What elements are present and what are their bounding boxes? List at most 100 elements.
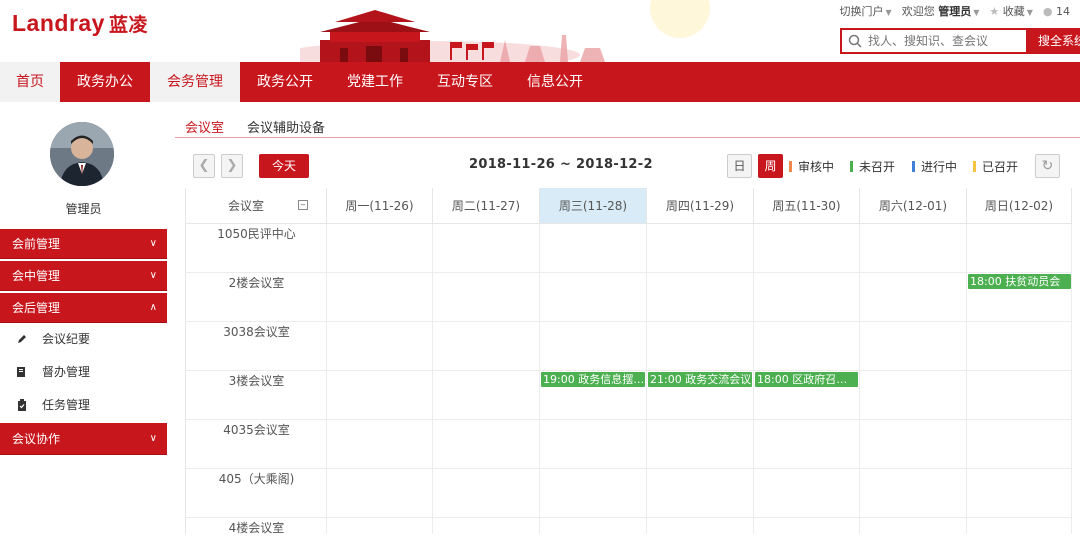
grid-line xyxy=(1071,224,1072,534)
chevron-right-icon[interactable]: ❯ xyxy=(221,154,243,178)
legend-held: 已召开 xyxy=(973,158,1018,175)
sidebar-item-label: 会议纪要 xyxy=(42,332,91,346)
search-icon xyxy=(848,34,862,48)
day-header: 周五(11-30) xyxy=(754,188,860,224)
logo-text: Landray xyxy=(12,10,105,36)
sidebar-group-label: 会前管理 xyxy=(12,237,61,251)
pen-icon xyxy=(18,335,26,343)
sidebar-item-label: 任务管理 xyxy=(42,398,91,412)
sidebar-group-collaboration[interactable]: 会议协作 ∨ xyxy=(0,423,167,455)
grid-line xyxy=(753,224,754,534)
sidebar-group-post-meeting[interactable]: 会后管理 ∧ xyxy=(0,293,167,323)
grid-line xyxy=(646,224,647,534)
day-view-button[interactable]: 日 xyxy=(727,154,752,178)
sidebar-item-tasks[interactable]: 任务管理 xyxy=(0,389,167,422)
sidebar-group-label: 会议协作 xyxy=(12,432,61,446)
room-header-label: 会议室 xyxy=(228,199,265,213)
nav-government-affairs[interactable]: 政务公开 xyxy=(240,62,330,102)
event-gov-exchange[interactable]: 21:00 政务交流会议 xyxy=(648,372,752,387)
refresh-icon[interactable]: ↻ xyxy=(1035,154,1060,178)
nav-home[interactable]: 首页 xyxy=(0,62,60,102)
sidebar-item-supervision[interactable]: 督办管理 xyxy=(0,356,167,389)
room-label: 4楼会议室 xyxy=(228,521,285,535)
sidebar-group-label: 会中管理 xyxy=(12,269,61,283)
global-search: 搜全系统 xyxy=(840,28,1080,54)
room-label: 405（大乘阁) xyxy=(218,472,295,486)
day-header-today: 周三(11-28) xyxy=(540,188,647,224)
today-button[interactable]: 今天 xyxy=(259,154,309,178)
grid-line xyxy=(539,224,540,534)
grid-line xyxy=(186,419,1072,420)
grid-line xyxy=(186,517,1072,518)
room-label: 3楼会议室 xyxy=(228,374,285,388)
room-label: 1050民评中心 xyxy=(217,227,296,241)
top-header: Landray蓝凌 切换门户▼ 欢迎您 管理员▼ ★ 收藏▼ ● 14 搜全系统 xyxy=(0,0,1080,62)
day-header: 周六(12-01) xyxy=(860,188,967,224)
grid-line xyxy=(186,272,1072,273)
day-header: 周四(11-29) xyxy=(647,188,754,224)
sidebar-item-label: 督办管理 xyxy=(42,365,91,379)
sidebar-username: 管理员 xyxy=(65,202,102,216)
favorites-link[interactable]: ★ 收藏 ▼ xyxy=(989,3,1033,19)
calendar-toolbar: ❮ ❯ 今天 2018-11-26 ~ 2018-12-2 日 周 审核中 未召… xyxy=(185,152,1070,180)
event-district-gov[interactable]: 18:00 区政府召开… xyxy=(755,372,858,387)
nav-meeting-management[interactable]: 会务管理 xyxy=(150,62,240,102)
chevron-down-icon: ∨ xyxy=(149,433,157,444)
legend-swatch xyxy=(789,161,792,172)
chevron-down-icon: ∨ xyxy=(149,270,157,281)
legend-swatch xyxy=(912,161,915,172)
tab-meeting-room[interactable]: 会议室 xyxy=(185,117,224,136)
grid-line xyxy=(186,468,1072,469)
star-icon: ★ xyxy=(989,5,1000,18)
sidebar-group-label: 会后管理 xyxy=(12,301,61,315)
search-all-button[interactable]: 搜全系统 xyxy=(1026,28,1080,54)
sidebar-item-minutes[interactable]: 会议纪要 xyxy=(0,323,167,356)
current-user[interactable]: 管理员 xyxy=(938,5,971,18)
top-links: 切换门户 ▼ 欢迎您 管理员 ▼ ★ 收藏 ▼ ● 14 xyxy=(840,3,1070,19)
event-gov-info[interactable]: 19:00 政务信息摆… xyxy=(541,372,645,387)
room-label: 3038会议室 xyxy=(223,325,290,339)
document-icon xyxy=(17,367,25,377)
chevron-up-icon: ∧ xyxy=(149,302,157,313)
bell-icon: ● xyxy=(1042,4,1053,18)
nav-party-building[interactable]: 党建工作 xyxy=(330,62,420,102)
legend-in-progress: 进行中 xyxy=(912,158,957,175)
logo-cn-text: 蓝凌 xyxy=(108,15,148,36)
main-nav: 首页 政务办公 会务管理 政务公开 党建工作 互动专区 信息公开 xyxy=(0,62,1080,102)
notification-link[interactable]: ● 14 xyxy=(1043,5,1070,18)
day-header: 周日(12-02) xyxy=(967,188,1072,224)
room-column-header: 会议室 − xyxy=(186,188,327,224)
chevron-left-icon[interactable]: ❮ xyxy=(193,154,215,178)
main-content: 会议室 会议辅助设备 ❮ ❯ 今天 2018-11-26 ~ 2018-12-2… xyxy=(175,102,1080,535)
sidebar-group-pre-meeting[interactable]: 会前管理 ∨ xyxy=(0,229,167,259)
day-header: 周二(11-27) xyxy=(433,188,540,224)
landray-logo[interactable]: Landray 蓝凌 xyxy=(12,10,148,37)
collapse-icon[interactable]: − xyxy=(298,200,308,210)
gate-banner-image xyxy=(300,0,740,62)
sidebar-group-in-meeting[interactable]: 会中管理 ∨ xyxy=(0,261,167,291)
room-label: 2楼会议室 xyxy=(228,276,285,290)
week-view-button[interactable]: 周 xyxy=(758,154,783,178)
grid-line xyxy=(432,224,433,534)
tab-auxiliary-equipment[interactable]: 会议辅助设备 xyxy=(247,117,325,136)
legend-reviewing: 审核中 xyxy=(789,158,834,175)
room-label: 4035会议室 xyxy=(223,423,290,437)
legend-swatch xyxy=(850,161,853,172)
search-input[interactable] xyxy=(868,32,1024,50)
portal-switch-link[interactable]: 切换门户 ▼ xyxy=(840,3,892,19)
chevron-down-icon: ∨ xyxy=(149,238,157,249)
clipboard-icon xyxy=(18,399,26,411)
room-schedule-grid: 会议室 − 周一(11-26) 周二(11-27) 周三(11-28) 周四(1… xyxy=(185,188,1072,535)
date-range: 2018-11-26 ~ 2018-12-2 xyxy=(469,157,653,172)
grid-line xyxy=(859,224,860,534)
nav-interaction[interactable]: 互动专区 xyxy=(420,62,510,102)
day-header: 周一(11-26) xyxy=(327,188,433,224)
grid-line xyxy=(186,321,1072,322)
sidebar: 管理员 会前管理 ∨ 会中管理 ∨ 会后管理 ∧ 会议纪要 督办管理 任务管理 … xyxy=(0,102,167,534)
nav-government-office[interactable]: 政务办公 xyxy=(60,62,150,102)
avatar[interactable] xyxy=(50,122,114,186)
legend-not-started: 未召开 xyxy=(850,158,895,175)
nav-info-disclosure[interactable]: 信息公开 xyxy=(510,62,600,102)
grid-line xyxy=(966,224,967,534)
event-poverty-mobilization[interactable]: 18:00 扶贫动员会 xyxy=(968,274,1071,289)
